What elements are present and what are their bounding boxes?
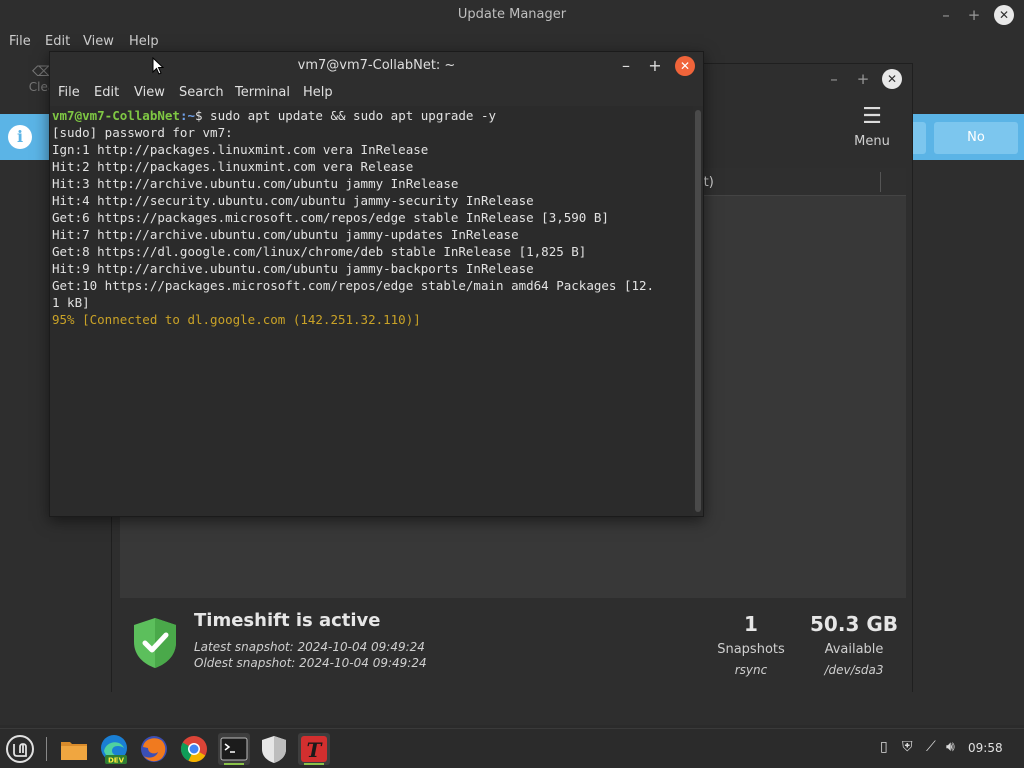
status-footer: Timeshift is active Latest snapshot: 202… [112, 598, 912, 692]
oldest-snapshot: Oldest snapshot: 2024-10-04 09:49:24 [194, 656, 427, 670]
minimize-button[interactable]: – [936, 5, 956, 25]
menu-help[interactable]: Help [129, 34, 159, 49]
close-button[interactable]: ✕ [675, 56, 695, 76]
available-stat: 50.3 GB Available /dev/sda3 [802, 612, 906, 677]
clock[interactable]: 09:58 [968, 741, 1003, 755]
device-name: /dev/sda3 [824, 663, 884, 677]
progress-line: 95% [Connected to dl.google.com (142.251… [52, 312, 421, 327]
text-editor-icon: T [301, 736, 327, 762]
info-bar-button[interactable] [912, 122, 926, 154]
edge-dev-launcher[interactable]: DEV [98, 733, 130, 765]
latest-snapshot: Latest snapshot: 2024-10-04 09:49:24 [194, 640, 425, 654]
minimize-button[interactable]: – [824, 69, 844, 89]
output-line: Hit:7 http://archive.ubuntu.com/ubuntu j… [52, 227, 519, 242]
output-line: 1 kB] [52, 295, 90, 310]
output-line: Hit:9 http://archive.ubuntu.com/ubuntu j… [52, 261, 534, 276]
files-launcher[interactable] [58, 733, 90, 765]
files-icon [61, 742, 87, 760]
minimize-button[interactable]: – [616, 56, 636, 76]
output-line: Get:6 https://packages.microsoft.com/rep… [52, 210, 609, 225]
firefox-icon [141, 736, 167, 762]
menu-file[interactable]: File [9, 34, 31, 49]
menu-edit[interactable]: Edit [45, 34, 70, 49]
taskbar-separator [46, 737, 47, 761]
prompt-user: vm7@vm7-CollabNet [52, 108, 180, 123]
text-editor-launcher[interactable]: T [298, 733, 330, 765]
maximize-button[interactable]: + [645, 56, 665, 76]
command-text: $ sudo apt update && sudo apt upgrade -y [195, 108, 497, 123]
terminal-window[interactable]: vm7@vm7-CollabNet: ~ – + ✕ File Edit Vie… [49, 51, 704, 517]
menu-view[interactable]: View [83, 34, 114, 49]
svg-text:T: T [307, 738, 324, 762]
no-button[interactable]: No [934, 122, 1018, 154]
available-label: Available [824, 642, 884, 657]
close-button[interactable]: ✕ [994, 5, 1014, 25]
terminal-launcher[interactable] [218, 733, 250, 765]
menu-file[interactable]: File [58, 85, 80, 100]
terminal-title: vm7@vm7-CollabNet: ~ [297, 58, 456, 73]
menu-button[interactable]: ☰ Menu [850, 104, 894, 150]
terminal-titlebar[interactable]: vm7@vm7-CollabNet: ~ – + ✕ [50, 52, 703, 80]
output-line: Ign:1 http://packages.linuxmint.com vera… [52, 142, 429, 157]
snapshots-stat: 1 Snapshots rsync [708, 612, 794, 677]
close-button[interactable]: ✕ [882, 69, 902, 89]
output-line: Hit:2 http://packages.linuxmint.com vera… [52, 159, 414, 174]
active-indicator [304, 763, 324, 765]
column-separator [880, 172, 881, 192]
network-tray-icon[interactable]: ⟋ [926, 739, 936, 755]
info-icon: i [8, 125, 32, 149]
prompt-line: vm7@vm7-CollabNet:~$ sudo apt update && … [52, 107, 691, 124]
update-shield-tray-icon[interactable]: ⛨ [902, 739, 913, 755]
snapshots-type: rsync [734, 663, 768, 677]
output-line: [sudo] password for vm7: [52, 125, 233, 140]
prompt-path: :~ [179, 108, 195, 123]
terminal-icon [220, 737, 248, 761]
info-bar-accent: i [0, 114, 50, 160]
terminal-menu-bar: File Edit View Search Terminal Help [50, 80, 703, 106]
output-line: Get:10 https://packages.microsoft.com/re… [52, 278, 655, 293]
mint-menu-icon [6, 735, 34, 763]
chrome-launcher[interactable] [178, 733, 210, 765]
window-title: Update Manager [457, 7, 567, 22]
mint-menu-button[interactable] [4, 733, 36, 765]
shield-check-icon [134, 618, 176, 668]
menu-label: Menu [854, 134, 890, 149]
menu-view[interactable]: View [134, 85, 165, 100]
menu-search[interactable]: Search [179, 85, 224, 100]
status-title: Timeshift is active [194, 610, 381, 631]
snapshots-label: Snapshots [717, 642, 785, 657]
menu-edit[interactable]: Edit [94, 85, 119, 100]
edge-dev-badge: DEV [108, 757, 125, 765]
volume-tray-icon[interactable]: 🔊︎ [946, 739, 955, 755]
taskbar: DEV T ▯ ⛨ ⟋ 🔊︎ 09:58 [0, 728, 1024, 768]
output-line: Hit:4 http://security.ubuntu.com/ubuntu … [52, 193, 534, 208]
clipboard-tray-icon[interactable]: ▯ [880, 739, 888, 755]
firefox-launcher[interactable] [138, 733, 170, 765]
update-manager-titlebar: Update Manager – + ✕ [0, 0, 1024, 30]
timeshift-launcher[interactable] [258, 733, 290, 765]
maximize-button[interactable]: + [853, 69, 873, 89]
menu-terminal[interactable]: Terminal [235, 85, 290, 100]
mouse-cursor-icon [152, 57, 164, 75]
available-space: 50.3 GB [810, 612, 898, 636]
menu-help[interactable]: Help [303, 85, 333, 100]
edge-dev-icon: DEV [101, 735, 127, 765]
maximize-button[interactable]: + [964, 5, 984, 25]
terminal-output[interactable]: vm7@vm7-CollabNet:~$ sudo apt update && … [50, 106, 693, 516]
active-indicator [224, 763, 244, 765]
output-line: Hit:3 http://archive.ubuntu.com/ubuntu j… [52, 176, 459, 191]
hamburger-icon: ☰ [862, 104, 882, 129]
snapshots-count: 1 [744, 612, 758, 636]
chrome-icon [180, 736, 207, 763]
output-line: Get:8 https://dl.google.com/linux/chrome… [52, 244, 587, 259]
shield-icon [262, 736, 286, 763]
scrollbar[interactable] [695, 110, 701, 512]
